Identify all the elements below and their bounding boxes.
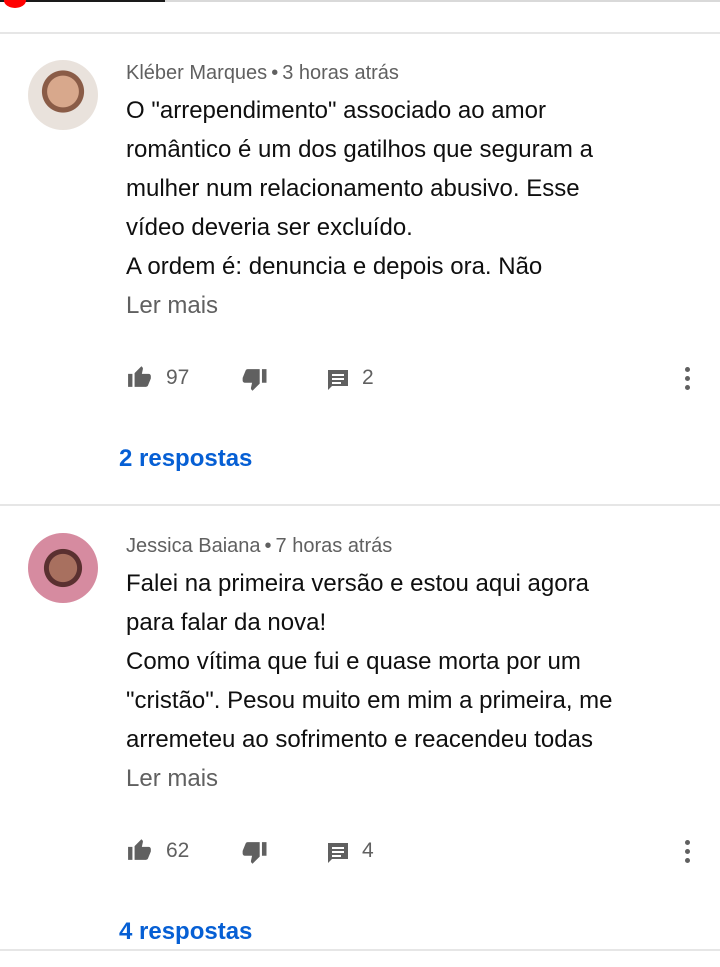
more-vert-icon[interactable] [678, 364, 698, 394]
comment-line: "cristão". Pesou muito em mim a primeira… [126, 687, 613, 714]
more-vert-icon[interactable] [678, 837, 698, 867]
comment-meta: Jessica Baiana • 7 horas atrás [126, 535, 392, 558]
comment-line: arremeteu ao sofrimento e reacendeu toda… [126, 726, 593, 753]
meta-separator: • [264, 535, 272, 557]
like-count: 97 [166, 366, 190, 389]
avatar[interactable] [28, 60, 98, 130]
like-count: 62 [166, 839, 190, 862]
comment-icon[interactable] [325, 367, 351, 393]
comment-author[interactable]: Kléber Marques [126, 62, 267, 84]
comment-line: vídeo deveria ser excluído. [126, 214, 413, 241]
comment-line: para falar da nova! [126, 609, 327, 636]
comment-time: 3 horas atrás [282, 62, 399, 84]
comment-line: O "arrependimento" associado ao amor [126, 97, 546, 124]
comment-icon[interactable] [325, 840, 351, 866]
divider [0, 949, 720, 951]
comment-meta: Kléber Marques • 3 horas atrás [126, 62, 399, 85]
progress-scrubber[interactable] [4, 0, 26, 8]
comment-text: Falei na primeira versão e estou aqui ag… [126, 564, 691, 759]
comment-line: romântico é um dos gatilhos que seguram … [126, 136, 593, 163]
thumb-down-icon[interactable] [239, 839, 269, 867]
comment-actions: 62 4 [0, 831, 720, 871]
thumb-up-icon[interactable] [126, 835, 154, 863]
meta-separator: • [271, 62, 279, 84]
comment-time: 7 horas atrás [275, 535, 393, 557]
avatar[interactable] [28, 533, 98, 603]
comment-line: Como vítima que fui e quase morta por um [126, 648, 581, 675]
thumb-down-icon[interactable] [239, 366, 269, 394]
comment-author[interactable]: Jessica Baiana [126, 535, 261, 557]
comment-line: mulher num relacionamento abusivo. Esse [126, 175, 580, 202]
comment-line: Falei na primeira versão e estou aqui ag… [126, 570, 589, 597]
read-more-link[interactable]: Ler mais [126, 292, 218, 320]
comment-text: O "arrependimento" associado ao amor rom… [126, 91, 691, 286]
divider [0, 32, 720, 34]
reply-count: 2 [362, 366, 374, 389]
replies-link[interactable]: 2 respostas [119, 445, 252, 473]
comment-line: A ordem é: denuncia e depois ora. Não [126, 253, 543, 280]
read-more-link[interactable]: Ler mais [126, 765, 218, 793]
divider [0, 504, 720, 506]
replies-link[interactable]: 4 respostas [119, 918, 252, 946]
comment-actions: 97 2 [0, 358, 720, 398]
reply-count: 4 [362, 839, 374, 862]
thumb-up-icon[interactable] [126, 362, 154, 390]
